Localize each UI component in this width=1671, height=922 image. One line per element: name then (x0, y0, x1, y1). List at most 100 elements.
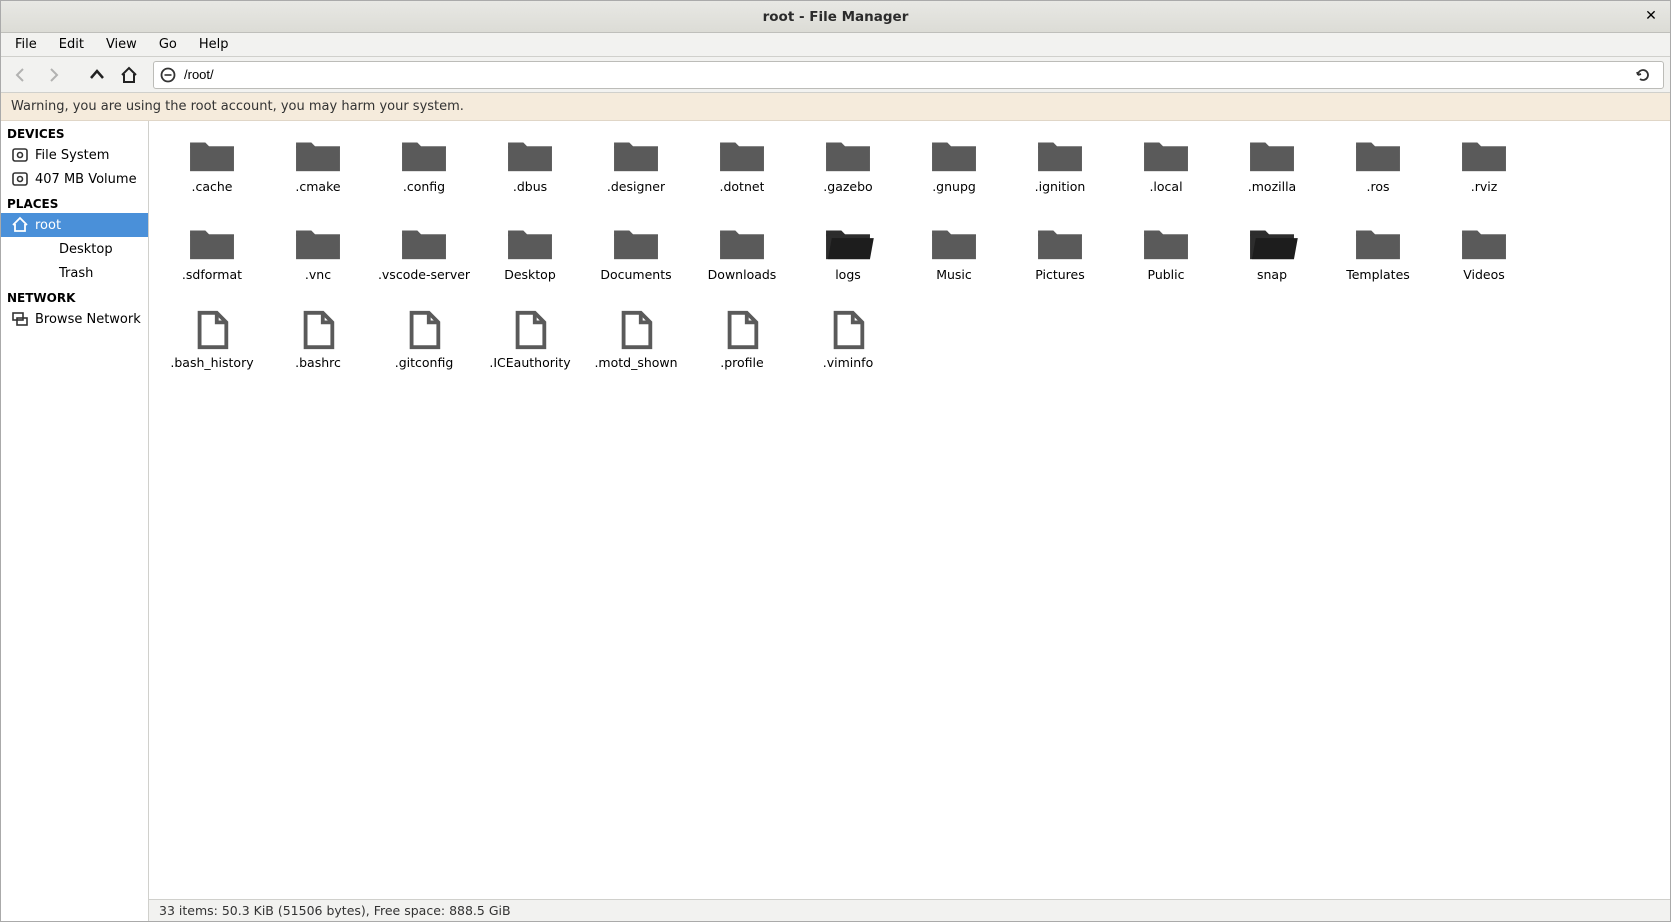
folder-icon (291, 133, 345, 175)
fs-item[interactable]: Desktop (477, 217, 583, 301)
fs-item[interactable]: .ICEauthority (477, 305, 583, 389)
folder-icon (927, 133, 981, 175)
path-input[interactable] (182, 66, 1623, 83)
sidebar-item-browse-network[interactable]: Browse Network (1, 307, 148, 331)
fs-item[interactable]: .mozilla (1219, 129, 1325, 213)
fs-item[interactable]: .profile (689, 305, 795, 389)
disk-icon (11, 170, 29, 188)
body: DEVICES File System407 MB Volume PLACES … (1, 121, 1670, 921)
sidebar-item-407-mb-volume[interactable]: 407 MB Volume (1, 167, 148, 191)
titlebar: root - File Manager ✕ (1, 1, 1670, 33)
icon-view[interactable]: .cache .cmake .config.dbus.designer.dotnet… (149, 121, 1670, 899)
fs-item-label: Templates (1346, 267, 1410, 282)
fs-item-label: .bash_history (170, 355, 253, 370)
fs-item[interactable]: .gazebo (795, 129, 901, 213)
fs-item-label: .rviz (1471, 179, 1498, 194)
sidebar-item-desktop[interactable]: Desktop (1, 237, 148, 261)
folder-icon (1245, 133, 1299, 175)
fs-item-label: .gazebo (823, 179, 872, 194)
sidebar-item-label: 407 MB Volume (35, 172, 137, 187)
home-icon (120, 66, 138, 84)
fs-item[interactable]: snap (1219, 217, 1325, 301)
nav-home-button[interactable] (115, 61, 143, 89)
fs-item[interactable]: .bash_history (159, 305, 265, 389)
fs-item[interactable]: Pictures (1007, 217, 1113, 301)
window-close-button[interactable]: ✕ (1642, 7, 1660, 25)
fs-item[interactable]: Music (901, 217, 1007, 301)
file-icon (291, 309, 345, 351)
folder-icon (503, 133, 557, 175)
folder-icon (185, 133, 239, 175)
chevron-right-icon (45, 67, 61, 83)
fs-item[interactable]: .ignition (1007, 129, 1113, 213)
fs-item-label: .cache (192, 179, 233, 194)
fs-item[interactable]: .sdformat (159, 217, 265, 301)
fs-item[interactable]: .vscode-server (371, 217, 477, 301)
toolbar (1, 57, 1670, 93)
fs-item[interactable]: .cache (159, 129, 265, 213)
fs-item[interactable]: .ros (1325, 129, 1431, 213)
folder-icon (715, 133, 769, 175)
fs-item[interactable]: .config (371, 129, 477, 213)
fs-item[interactable]: .gitconfig (371, 305, 477, 389)
fs-item[interactable]: Videos (1431, 217, 1537, 301)
disk-icon (11, 146, 29, 164)
menu-edit[interactable]: Edit (49, 35, 94, 54)
fs-item-label: .motd_shown (594, 355, 677, 370)
fs-item[interactable]: Public (1113, 217, 1219, 301)
menu-file[interactable]: File (5, 35, 47, 54)
nav-back-button[interactable] (7, 61, 35, 89)
fs-item[interactable]: .motd_shown (583, 305, 689, 389)
fs-item[interactable]: .cmake (265, 129, 371, 213)
fs-item[interactable]: .gnupg (901, 129, 1007, 213)
nav-up-button[interactable] (83, 61, 111, 89)
fs-item[interactable]: Documents (583, 217, 689, 301)
fs-item[interactable]: .dbus (477, 129, 583, 213)
window-title: root - File Manager (763, 9, 909, 25)
chevron-left-icon (13, 67, 29, 83)
fs-item[interactable]: logs (795, 217, 901, 301)
none-icon (35, 264, 53, 282)
fs-item-label: Pictures (1035, 267, 1085, 282)
path-bar[interactable] (153, 61, 1664, 89)
menu-help[interactable]: Help (189, 35, 239, 54)
folder-icon (1245, 221, 1299, 263)
fs-item[interactable]: .viminfo (795, 305, 901, 389)
folder-icon (185, 221, 239, 263)
sidebar-item-trash[interactable]: Trash (1, 261, 148, 285)
nav-forward-button[interactable] (39, 61, 67, 89)
fs-item-label: snap (1257, 267, 1287, 282)
fs-item-label: .local (1149, 179, 1182, 194)
folder-icon (609, 133, 663, 175)
fs-item-label: .ros (1367, 179, 1390, 194)
fs-item[interactable]: .dotnet (689, 129, 795, 213)
fs-item-label: Music (936, 267, 972, 282)
sidebar-item-root[interactable]: root (1, 213, 148, 237)
fs-item[interactable]: Templates (1325, 217, 1431, 301)
fs-item-label: Desktop (504, 267, 556, 282)
fs-item-label: .gitconfig (395, 355, 454, 370)
fs-item[interactable]: Downloads (689, 217, 795, 301)
home-icon (11, 216, 29, 234)
refresh-button[interactable] (1629, 61, 1657, 89)
fs-item-label: .sdformat (182, 267, 242, 282)
folder-icon (1033, 221, 1087, 263)
menu-view[interactable]: View (96, 35, 147, 54)
fs-item[interactable]: .bashrc (265, 305, 371, 389)
sidebar-item-file-system[interactable]: File System (1, 143, 148, 167)
folder-icon (1139, 221, 1193, 263)
sidebar-item-label: Desktop (59, 242, 113, 257)
fs-item[interactable]: .vnc (265, 217, 371, 301)
folder-icon (291, 221, 345, 263)
menu-go[interactable]: Go (149, 35, 187, 54)
fs-item-label: .cmake (295, 179, 340, 194)
fs-item[interactable]: .designer (583, 129, 689, 213)
fs-item[interactable]: .local (1113, 129, 1219, 213)
folder-icon (397, 133, 451, 175)
folder-icon (821, 221, 875, 263)
fs-item[interactable]: .rviz (1431, 129, 1537, 213)
fs-item-label: Downloads (708, 267, 777, 282)
window: root - File Manager ✕ File Edit View Go … (0, 0, 1671, 922)
fs-item-label: .gnupg (932, 179, 976, 194)
menubar: File Edit View Go Help (1, 33, 1670, 57)
